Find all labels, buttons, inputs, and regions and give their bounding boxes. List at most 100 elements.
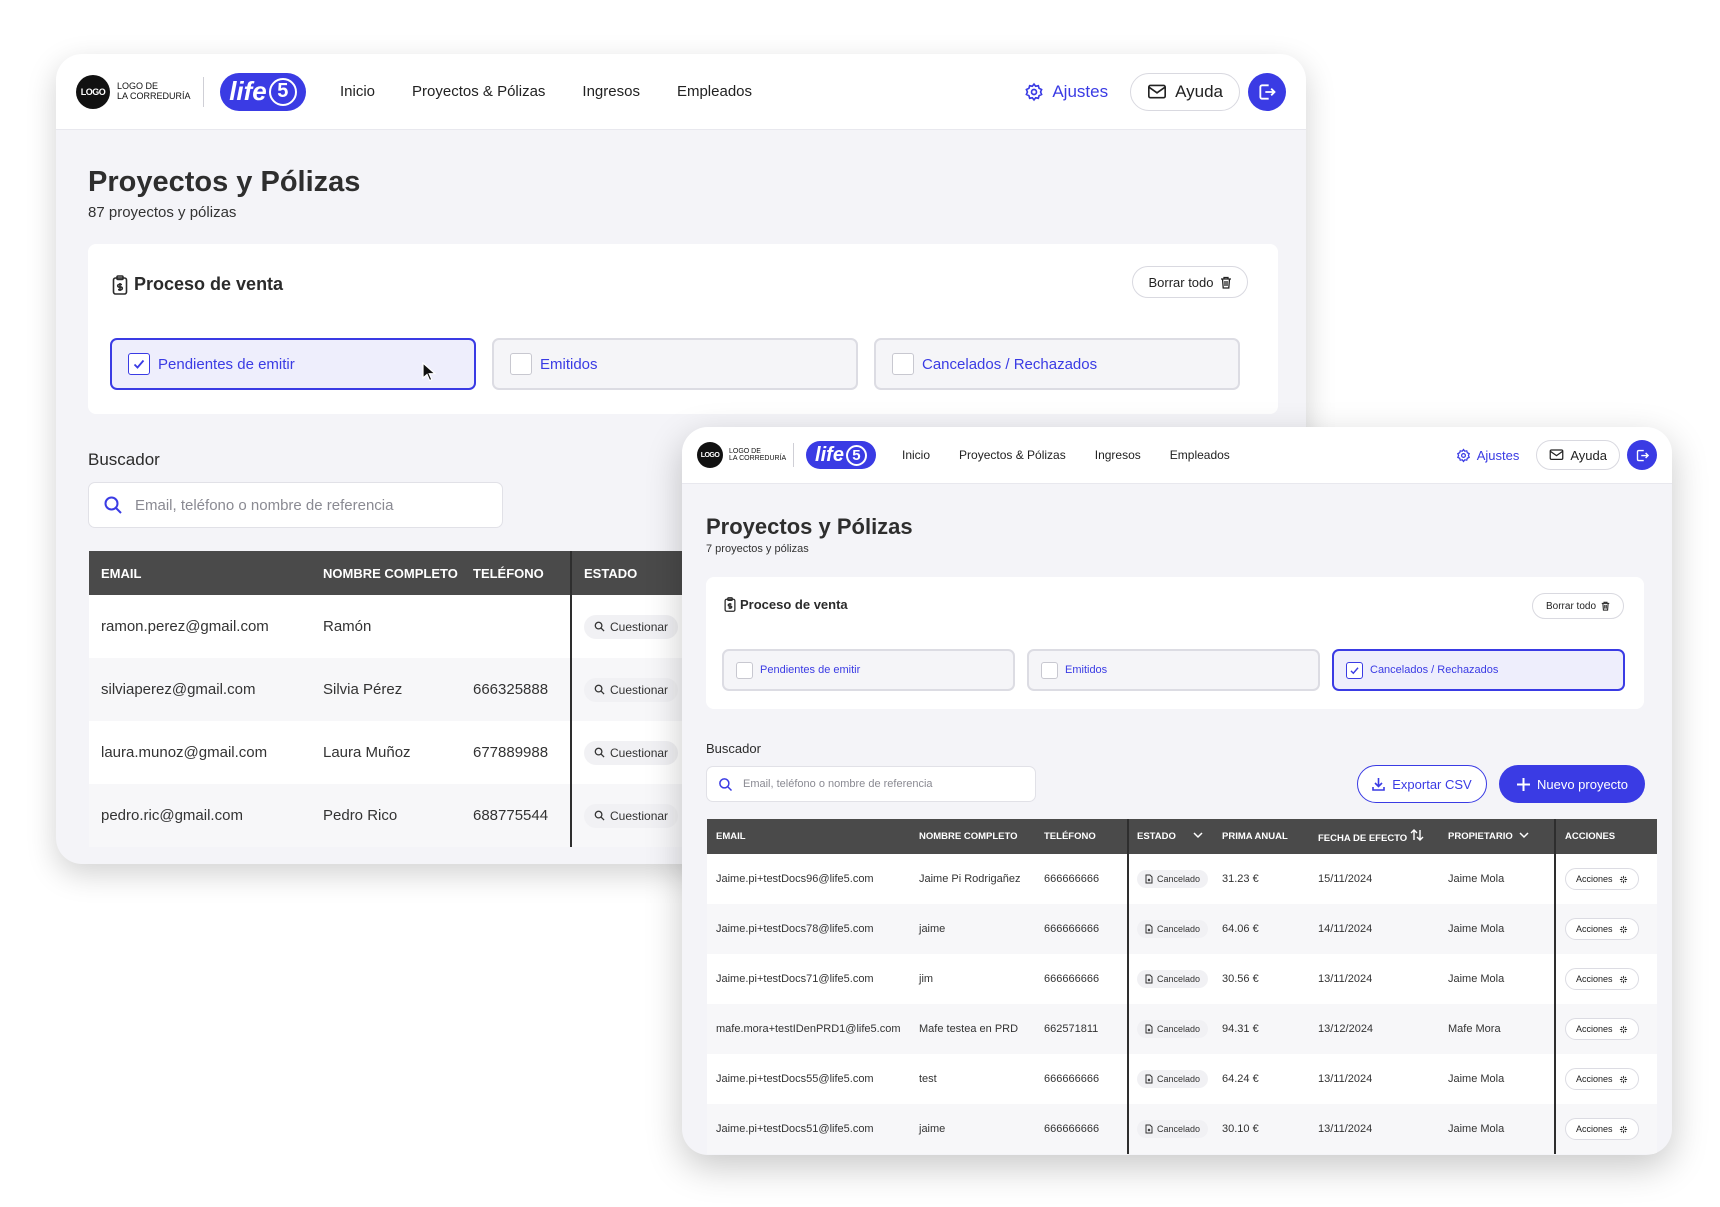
status-badge: Cuestionar — [584, 614, 679, 639]
checkbox-pendientes[interactable] — [128, 353, 150, 375]
actions-label: Acciones — [1576, 924, 1613, 934]
actions-button[interactable]: Acciones — [1565, 1118, 1639, 1140]
checkbox-pendientes[interactable] — [736, 661, 753, 679]
cell-owner: Jaime Mola — [1448, 1104, 1556, 1154]
status-badge: Cancelado — [1137, 870, 1209, 888]
magnifier-icon — [594, 810, 605, 821]
cell-premium: 31.23 € — [1222, 873, 1259, 885]
check-icon — [1350, 666, 1359, 674]
col-propietario[interactable]: PROPIETARIO — [1448, 819, 1556, 854]
actions-button[interactable]: Acciones — [1565, 1068, 1639, 1090]
page-title: Proyectos y Pólizas — [706, 514, 913, 539]
table-row[interactable]: mafe.mora+testIDenPRD1@life5.com Mafe te… — [707, 1004, 1657, 1054]
clear-all-button[interactable]: Borrar todo — [1532, 593, 1624, 619]
status-badge: Cuestionar — [584, 740, 679, 765]
cell-premium: 30.56 € — [1222, 973, 1259, 985]
checkbox-emitidos[interactable] — [510, 353, 532, 375]
download-icon — [1372, 778, 1386, 791]
nav-inicio[interactable]: Inicio — [902, 448, 930, 462]
nav-empleados[interactable]: Empleados — [677, 83, 752, 100]
table-row[interactable]: Jaime.pi+testDocs55@life5.com test 66666… — [707, 1054, 1657, 1104]
settings-button[interactable]: Ajustes — [1024, 82, 1108, 102]
help-button[interactable]: Ayuda — [1536, 440, 1620, 470]
nav-proyectos-polizas[interactable]: Proyectos & Pólizas — [959, 448, 1066, 462]
magnifier-icon — [594, 684, 605, 695]
cell-date: 14/11/2024 — [1318, 904, 1448, 954]
filter-cancelados-label: Cancelados / Rechazados — [922, 355, 1098, 373]
nav-actions: Ajustes Ayuda — [1024, 72, 1286, 111]
sparkle-icon — [1619, 875, 1627, 883]
cell-premium: 64.06 € — [1222, 904, 1318, 954]
life5-logo[interactable]: life 5 — [220, 72, 306, 111]
document-cancel-icon — [1145, 974, 1153, 984]
cell-name: test — [919, 1073, 937, 1085]
col-estado[interactable]: ESTADO — [1128, 819, 1222, 854]
filter-pendientes[interactable]: Pendientes de emitir — [722, 649, 1015, 691]
cell-phone: 666666666 — [1044, 1054, 1129, 1104]
checkbox-cancelados[interactable] — [892, 353, 914, 375]
search-input[interactable]: Email, teléfono o nombre de referencia — [706, 766, 1036, 802]
clear-all-button[interactable]: Borrar todo — [1132, 266, 1248, 298]
checkbox-emitidos[interactable] — [1041, 661, 1058, 679]
nav-ingresos[interactable]: Ingresos — [582, 83, 640, 100]
sales-process-label: Proceso de venta — [740, 597, 848, 612]
cell-phone: 666666666 — [1044, 904, 1129, 954]
search-icon — [719, 777, 733, 791]
help-button[interactable]: Ayuda — [1130, 72, 1240, 111]
new-project-button[interactable]: Nuevo proyecto — [1499, 765, 1645, 803]
life5-logo[interactable]: life 5 — [806, 441, 876, 469]
cell-email: laura.munoz@gmail.com — [101, 744, 268, 761]
status-label: Cuestionar — [610, 682, 669, 697]
cell-owner: Jaime Mola — [1448, 854, 1556, 904]
cell-email: Jaime.pi+testDocs55@life5.com — [716, 1073, 874, 1085]
actions-label: Acciones — [1576, 1074, 1613, 1084]
filter-cancelados[interactable]: Cancelados / Rechazados — [1332, 649, 1625, 691]
brokerage-logo-text: LOGO DE LA CORREDURÍA — [729, 448, 789, 463]
cell-actions: Acciones — [1555, 1004, 1657, 1054]
table-row[interactable]: Jaime.pi+testDocs78@life5.com jaime 6666… — [707, 904, 1657, 954]
page-count: 7 proyectos y pólizas — [706, 543, 809, 555]
status-badge: Cancelado — [1137, 920, 1209, 938]
checkbox-cancelados[interactable] — [1346, 661, 1363, 679]
col-nombre: NOMBRE COMPLETO — [323, 551, 473, 595]
status-badge: Cancelado — [1137, 1020, 1209, 1038]
page-count: 87 proyectos y pólizas — [88, 204, 237, 221]
col-fecha[interactable]: FECHA DE EFECTO — [1318, 819, 1448, 854]
nav-proyectos-polizas[interactable]: Proyectos & Pólizas — [412, 83, 545, 100]
filter-cancelados[interactable]: Cancelados / Rechazados — [874, 338, 1240, 390]
table-row[interactable]: Jaime.pi+testDocs51@life5.com jaime 6666… — [707, 1104, 1657, 1154]
logout-button[interactable] — [1627, 440, 1657, 470]
actions-button[interactable]: Acciones — [1565, 968, 1639, 990]
status-badge: Cancelado — [1137, 1070, 1209, 1088]
logo-text-line-1: LOGO DE — [729, 447, 761, 455]
actions-button[interactable]: Acciones — [1565, 918, 1639, 940]
table-row[interactable]: Jaime.pi+testDocs71@life5.com jim 666666… — [707, 954, 1657, 1004]
trash-icon — [1601, 601, 1610, 611]
search-input[interactable]: Email, teléfono o nombre de referencia — [88, 482, 503, 528]
chevron-down-icon — [1519, 832, 1529, 839]
top-nav: LOGO LOGO DE LA CORREDURÍA life 5 Inicio … — [682, 427, 1672, 484]
nav-ingresos[interactable]: Ingresos — [1095, 448, 1141, 462]
settings-button[interactable]: Ajustes — [1456, 448, 1519, 463]
sparkle-icon — [1619, 1125, 1627, 1133]
status-label: Cancelado — [1157, 924, 1201, 934]
actions-button[interactable]: Acciones — [1565, 1018, 1639, 1040]
filter-emitidos-label: Emitidos — [540, 355, 598, 373]
actions-button[interactable]: Acciones — [1565, 868, 1639, 890]
nav-inicio[interactable]: Inicio — [340, 83, 375, 100]
export-csv-button[interactable]: Exportar CSV — [1357, 765, 1487, 803]
gear-icon — [1456, 448, 1470, 462]
mail-icon — [1549, 449, 1564, 460]
filter-emitidos[interactable]: Emitidos — [1027, 649, 1320, 691]
filter-emitidos[interactable]: Emitidos — [492, 338, 858, 390]
logout-button[interactable] — [1248, 72, 1286, 111]
cell-email: Jaime.pi+testDocs71@life5.com — [716, 973, 874, 985]
status-label: Cancelado — [1157, 874, 1201, 884]
sparkle-icon — [1619, 925, 1627, 933]
nav-empleados[interactable]: Empleados — [1170, 448, 1230, 462]
gear-icon — [1025, 82, 1043, 101]
sales-process-card: Proceso de venta Borrar todo Pendientes … — [706, 577, 1644, 709]
table-row[interactable]: Jaime.pi+testDocs96@life5.com Jaime Pi R… — [707, 854, 1657, 904]
cell-date: 13/11/2024 — [1318, 1104, 1448, 1154]
check-icon — [133, 359, 145, 369]
